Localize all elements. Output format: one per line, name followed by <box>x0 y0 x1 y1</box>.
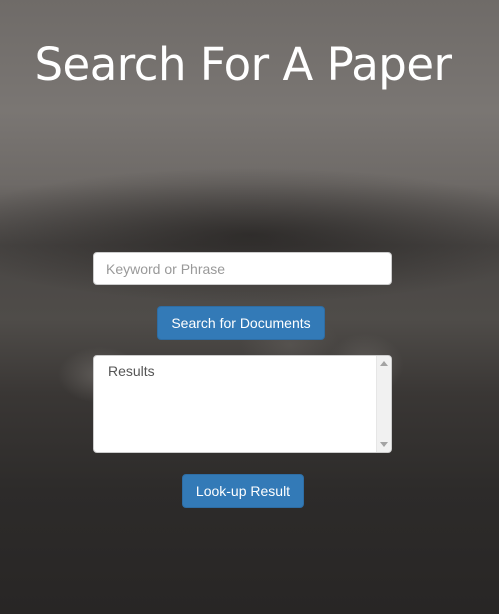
scroll-down-arrow-icon[interactable] <box>380 442 388 447</box>
results-label: Results <box>108 363 155 379</box>
lookup-result-button[interactable]: Look-up Result <box>182 474 304 508</box>
keyword-search-input[interactable] <box>93 252 392 285</box>
scroll-up-arrow-icon[interactable] <box>380 361 388 366</box>
results-scrollbar[interactable] <box>376 356 391 452</box>
page-title: Search For A Paper <box>34 38 452 91</box>
search-documents-button[interactable]: Search for Documents <box>157 306 325 340</box>
results-listbox[interactable]: Results <box>93 355 392 453</box>
search-page: Search For A Paper Search for Documents … <box>0 0 499 614</box>
